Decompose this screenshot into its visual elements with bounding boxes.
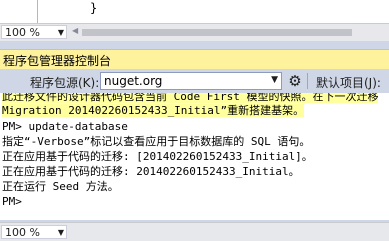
console-output[interactable]: 此迁移文件的设计器代码包含当前 Code First 模型的快照。在下一次迁移 … [0,93,389,220]
console-line: 指定“-Verbose”标记以查看应用于目标数据库的 SQL 语句。 [2,135,311,148]
scroll-left-icon[interactable]: ◀ [72,26,78,35]
package-source-dropdown[interactable]: nuget.org ▼ [100,72,282,90]
console-line: 正在应用基于代码的迁移: [201402260152433_Initial]。 [2,150,313,163]
tool-window-header: 程序包管理器控制台 [0,49,389,69]
code-editor[interactable]: } [0,0,389,23]
console-line: 正在应用基于代码的迁移: 201402260152433_Initial。 [2,165,300,178]
chevron-down-icon: ▼ [57,228,64,237]
console-zoom-value: 100 % [5,226,40,239]
console-line: PM> update-database [2,120,128,133]
scrollbar-thumb[interactable] [82,29,352,36]
gear-icon[interactable]: ⚙ [285,71,305,91]
console-line: 此迁移文件的设计器代码包含当前 Code First 模型的快照。在下一次迁移 [2,93,379,103]
code-line: } [90,1,98,15]
package-manager-toolbar: 程序包源(K): nuget.org ▼ ⚙ 默认项目(J): [0,69,389,93]
console-line: Migration 201402260152433_Initial”重新搭建基架… [2,104,305,117]
package-source-label: 程序包源(K): [30,76,100,90]
editor-zoom-value: 100 % [5,26,40,39]
panel-splitter[interactable] [0,41,389,49]
console-prompt: PM> [2,195,22,208]
console-status-bar: 100 % ▼ [0,222,389,241]
chevron-down-icon: ▼ [57,28,64,37]
editor-zoom-combo[interactable]: 100 % ▼ [1,25,67,39]
package-source-value: nuget.org [104,74,163,88]
console-line: 正在运行 Seed 方法。 [2,180,119,193]
editor-horizontal-scrollbar[interactable]: ◀ [70,26,389,38]
console-zoom-combo[interactable]: 100 % ▼ [1,225,67,239]
toolbar-separator [307,73,308,89]
editor-gutter-line [37,0,38,23]
chevron-down-icon: ▼ [271,75,278,85]
tool-window-title: 程序包管理器控制台 [3,54,112,68]
default-project-label: 默认项目(J): [316,76,381,90]
editor-status-bar: 100 % ▼ ◀ [0,23,389,41]
